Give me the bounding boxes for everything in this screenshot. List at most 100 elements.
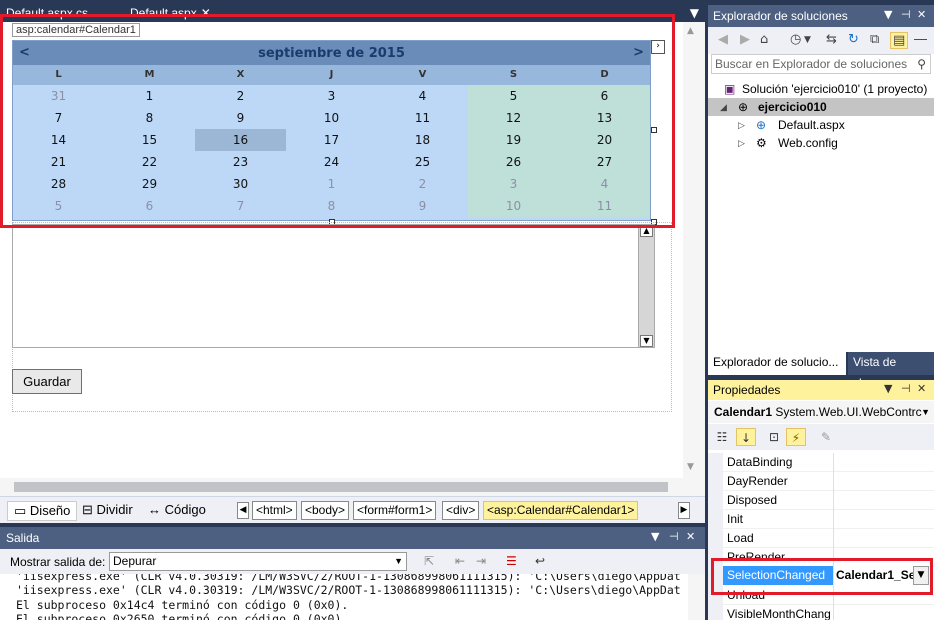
pin-icon[interactable]: ⊣ xyxy=(669,530,679,543)
dropdown-icon[interactable]: ▼ xyxy=(884,8,892,21)
next-message-icon[interactable]: ⇥ xyxy=(476,554,486,568)
prev-message-icon[interactable]: ⇤ xyxy=(455,554,465,568)
property-name: Disposed xyxy=(727,493,778,507)
breadcrumb-right-icon[interactable]: ▶ xyxy=(678,502,690,519)
output-text-area[interactable]: 'iisexpress.exe' (CLR v4.0.30319: /LM/W3… xyxy=(0,574,705,620)
highlight-box xyxy=(0,14,675,228)
properties-toolbar: ☷ ↓ ⊡ ⚡ ✎ xyxy=(708,424,934,450)
dropdown-icon[interactable]: ▼ xyxy=(884,382,892,395)
alphabetical-icon[interactable]: ↓ xyxy=(736,428,756,446)
scroll-down-icon[interactable]: ▼ xyxy=(640,335,653,347)
show-all-files-icon[interactable]: ▤ xyxy=(890,32,909,49)
tree-item-default-aspx[interactable]: ▷ ⊕ Default.aspx xyxy=(708,116,934,134)
forward-icon[interactable]: ▶ xyxy=(740,32,750,47)
properties-object-selector[interactable]: Calendar1 System.Web.UI.WebContrc ▼ xyxy=(708,401,934,423)
show-output-from-label: Mostrar salida de: xyxy=(10,555,106,569)
search-placeholder: Buscar en Explorador de soluciones xyxy=(715,57,908,71)
design-icon: ▭ xyxy=(14,503,27,518)
tab-label: Código xyxy=(164,502,206,517)
visual-studio-solution-icon: ▣ xyxy=(724,82,736,96)
back-icon[interactable]: ◀ xyxy=(718,32,728,47)
tab-class-view[interactable]: Vista de clases xyxy=(848,352,934,390)
close-icon[interactable]: ✕ xyxy=(917,8,926,21)
tab-source[interactable]: ↔ Código xyxy=(142,501,212,521)
code-icon: ↔ xyxy=(148,502,161,517)
breadcrumb-html[interactable]: <html> xyxy=(252,501,297,520)
editor-horizontal-scrollbar[interactable] xyxy=(0,478,683,496)
properties-icon[interactable]: ― xyxy=(914,32,927,47)
tree-label: Solución 'ejercicio010' (1 proyecto) xyxy=(742,82,928,96)
breadcrumb-form[interactable]: <form#form1> xyxy=(353,501,437,520)
solution-explorer-title-bar: Explorador de soluciones ▼ ⊣ ✕ xyxy=(708,5,934,27)
property-row[interactable]: DayRender xyxy=(723,472,934,491)
history-icon[interactable]: ◷ xyxy=(790,32,801,47)
refresh-icon[interactable]: ↻ xyxy=(848,32,859,47)
property-name: VisibleMonthChang xyxy=(727,607,831,620)
property-row[interactable]: Load xyxy=(723,529,934,548)
chevron-down-icon[interactable]: ▼ xyxy=(804,35,811,45)
tab-list-dropdown-icon[interactable]: ▼ xyxy=(690,6,699,20)
close-icon[interactable]: ✕ xyxy=(686,530,695,543)
output-source-select[interactable]: Depurar ▼ xyxy=(109,552,407,571)
tree-label: ejercicio010 xyxy=(758,100,827,114)
textarea-field[interactable] xyxy=(12,224,655,348)
categorized-icon[interactable]: ☷ xyxy=(712,428,732,446)
events-lightning-icon[interactable]: ⚡ xyxy=(786,428,806,446)
output-title-bar: Salida ▼ ⊣ ✕ xyxy=(0,527,705,549)
tab-design[interactable]: ▭ Diseño xyxy=(7,501,78,521)
tab-label: Diseño xyxy=(29,503,71,518)
tree-item-project[interactable]: ◢ ⊕ ejercicio010 xyxy=(708,98,934,116)
output-toolbar: Mostrar salida de: Depurar ▼ ⇱ ⇤ ⇥ ☰ ↩ xyxy=(0,549,705,574)
property-row[interactable]: Init xyxy=(723,510,934,529)
property-row[interactable]: DataBinding xyxy=(723,453,934,472)
collapsed-arrow-icon[interactable]: ▷ xyxy=(738,116,745,134)
tab-split[interactable]: ⊟ Dividir xyxy=(76,501,139,521)
breadcrumb-left-icon[interactable]: ◀ xyxy=(237,502,249,519)
tree-item-solution[interactable]: ▣ Solución 'ejercicio010' (1 proyecto) xyxy=(708,80,934,98)
search-icon: ⚲ xyxy=(917,57,926,71)
web-project-icon: ⊕ xyxy=(738,100,749,114)
guardar-button[interactable]: Guardar xyxy=(12,369,82,394)
split-icon: ⊟ xyxy=(82,502,93,517)
output-vertical-scrollbar[interactable] xyxy=(688,574,705,620)
panel-title: Explorador de soluciones xyxy=(713,9,848,23)
property-name: DayRender xyxy=(727,474,788,488)
close-icon[interactable]: ✕ xyxy=(917,382,926,395)
collapse-all-icon[interactable]: ⧉ xyxy=(870,32,879,47)
tree-label: Web.config xyxy=(778,136,838,150)
tree-item-web-config[interactable]: ▷ ⚙ Web.config xyxy=(708,134,934,152)
clear-all-icon[interactable]: ☰ xyxy=(506,554,517,568)
breadcrumb-div[interactable]: <div> xyxy=(442,501,480,520)
aspx-file-icon: ⊕ xyxy=(756,118,767,132)
pin-icon[interactable]: ⊣ xyxy=(901,8,911,21)
properties-icon[interactable]: ⊡ xyxy=(764,428,784,446)
word-wrap-icon[interactable]: ↩ xyxy=(535,554,545,568)
sync-icon[interactable]: ⇆ xyxy=(826,32,837,47)
textarea-scrollbar[interactable]: ▲ ▼ xyxy=(638,225,654,347)
output-line: El subproceso 0x14c4 terminó con código … xyxy=(16,598,349,612)
scroll-thumb[interactable] xyxy=(14,482,668,492)
object-name: Calendar1 xyxy=(714,405,773,419)
chevron-down-icon: ▼ xyxy=(394,556,403,566)
property-row[interactable]: VisibleMonthChang xyxy=(723,605,934,620)
object-type: System.Web.UI.WebContrc xyxy=(775,405,922,419)
expanded-arrow-icon[interactable]: ◢ xyxy=(720,98,727,116)
property-pages-wrench-icon[interactable]: ✎ xyxy=(816,428,836,446)
scroll-down-icon[interactable]: ▼ xyxy=(687,462,694,472)
config-file-icon: ⚙ xyxy=(756,136,767,150)
go-to-source-icon[interactable]: ⇱ xyxy=(424,554,434,568)
dropdown-icon[interactable]: ▼ xyxy=(651,530,659,543)
highlight-box xyxy=(711,558,933,595)
collapsed-arrow-icon[interactable]: ▷ xyxy=(738,134,745,152)
solution-search-input[interactable]: Buscar en Explorador de soluciones ⚲ xyxy=(711,54,931,74)
breadcrumb-body[interactable]: <body> xyxy=(301,501,350,520)
pin-icon[interactable]: ⊣ xyxy=(901,382,911,395)
scroll-up-icon[interactable]: ▲ xyxy=(687,26,694,36)
home-icon[interactable]: ⌂ xyxy=(760,32,768,47)
output-line: 'iisexpress.exe' (CLR v4.0.30319: /LM/W3… xyxy=(16,574,681,583)
property-row[interactable]: Disposed xyxy=(723,491,934,510)
editor-vertical-scrollbar[interactable]: ▲ ▼ xyxy=(683,22,705,496)
breadcrumb-calendar[interactable]: <asp:Calendar#Calendar1> xyxy=(483,501,639,520)
output-panel: Salida ▼ ⊣ ✕ Mostrar salida de: Depurar ▼… xyxy=(0,527,705,620)
tab-solution-explorer[interactable]: Explorador de solucio... xyxy=(708,352,846,375)
